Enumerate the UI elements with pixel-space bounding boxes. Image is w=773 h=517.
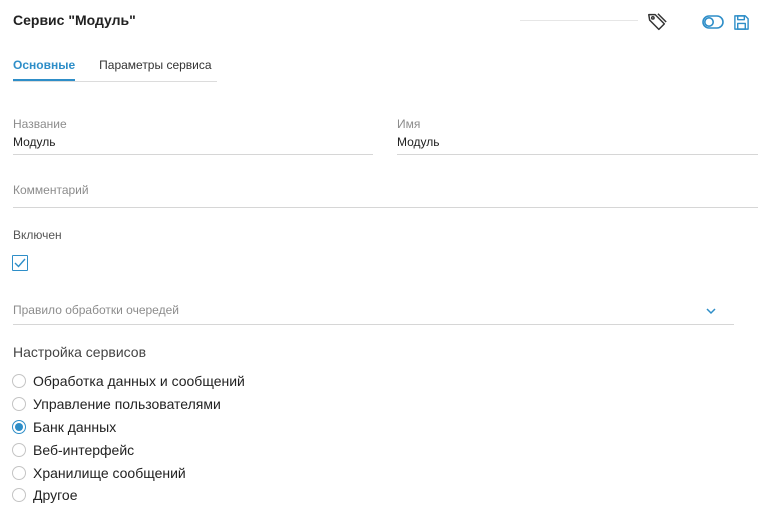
comment-label: Комментарий — [13, 183, 89, 197]
id-underline — [397, 154, 758, 155]
radio-button[interactable] — [12, 442, 26, 457]
enabled-checkbox[interactable] — [12, 255, 28, 271]
chevron-down-icon[interactable] — [705, 302, 719, 315]
radio-button[interactable] — [12, 374, 26, 389]
radio-label: Хранилище сообщений — [33, 464, 186, 481]
name-field[interactable]: Название Модуль — [13, 117, 373, 150]
radio-label: Управление пользователями — [33, 396, 221, 413]
comment-field[interactable]: Комментарий — [13, 183, 758, 197]
comment-underline — [13, 207, 758, 208]
radio-label: Веб-интерфейс — [33, 441, 135, 458]
name-value[interactable]: Модуль — [13, 134, 373, 150]
service-option-data-bank[interactable]: Банк данных — [12, 416, 245, 439]
tabs-underline — [13, 81, 217, 82]
radio-label: Банк данных — [33, 418, 117, 435]
queue-rule-underline — [13, 324, 734, 325]
service-option-user-management[interactable]: Управление пользователями — [12, 393, 245, 416]
service-option-web-interface[interactable]: Веб-интерфейс — [12, 438, 245, 461]
radio-button[interactable] — [12, 465, 26, 480]
service-option-other[interactable]: Другое — [12, 484, 245, 507]
service-option-message-storage[interactable]: Хранилище сообщений — [12, 461, 245, 484]
queue-rule-select[interactable]: Правило обработки очередей — [13, 303, 733, 317]
save-button[interactable] — [731, 12, 751, 32]
page-title: Сервис "Модуль" — [13, 12, 136, 28]
enabled-label: Включен — [13, 228, 62, 242]
id-field[interactable]: Имя Модуль — [397, 117, 758, 150]
id-value[interactable]: Модуль — [397, 134, 758, 150]
enabled-field: Включен — [13, 228, 62, 242]
tag-icon — [648, 13, 667, 31]
tab-bar: Основные Параметры сервиса — [13, 58, 212, 81]
tab-main[interactable]: Основные — [13, 58, 76, 81]
checkmark-icon — [14, 258, 26, 268]
toggle-button[interactable] — [701, 12, 725, 32]
id-label: Имя — [397, 117, 421, 131]
services-radio-group: Обработка данных и сообщений Управление … — [12, 370, 245, 507]
radio-button[interactable] — [12, 397, 26, 412]
name-label: Название — [13, 117, 67, 131]
queue-rule-label: Правило обработки очередей — [13, 303, 179, 317]
service-edit-page: Сервис "Модуль" Основные Параметры серви… — [0, 0, 773, 517]
service-option-data-processing[interactable]: Обработка данных и сообщений — [12, 370, 245, 393]
toggle-icon — [702, 15, 724, 29]
save-icon — [733, 14, 749, 30]
radio-button[interactable] — [12, 488, 26, 503]
services-title: Настройка сервисов — [13, 344, 147, 360]
header-divider — [520, 20, 638, 21]
radio-label: Обработка данных и сообщений — [33, 373, 245, 390]
radio-label: Другое — [33, 487, 78, 504]
tab-service-parameters[interactable]: Параметры сервиса — [99, 58, 211, 80]
name-underline — [13, 154, 373, 155]
tag-button[interactable] — [642, 8, 672, 36]
radio-button-selected[interactable] — [12, 419, 26, 434]
